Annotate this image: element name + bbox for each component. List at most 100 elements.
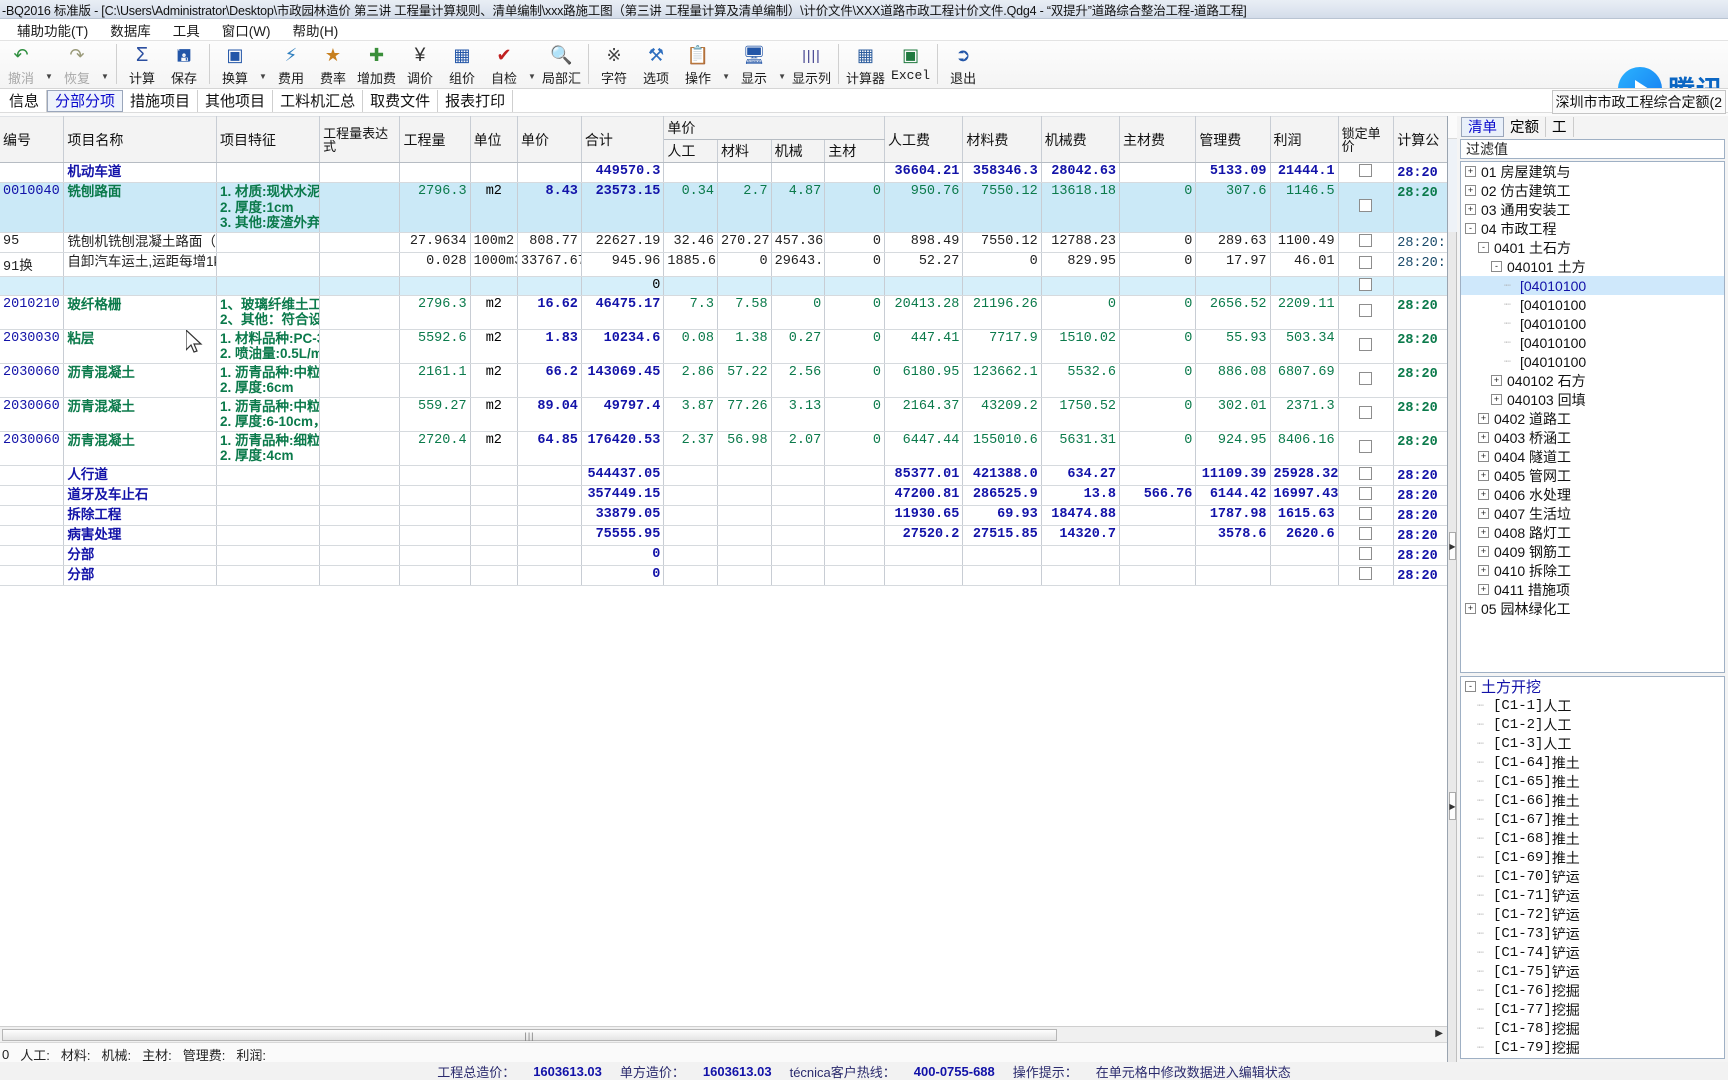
cell-mgmt_fee[interactable]: 307.6 <box>1195 182 1271 233</box>
lock-price-checkbox[interactable] <box>1359 406 1373 419</box>
lock-price-checkbox[interactable] <box>1359 526 1373 540</box>
cell-qty[interactable] <box>399 465 471 486</box>
cell-lock[interactable] <box>1338 565 1395 586</box>
cell-mach_fee[interactable]: 1750.52 <box>1041 397 1121 432</box>
cell-feature[interactable]: 1. 沥青品种:细粒式改性沥青混凝土SMA-132. 厚度:4cm <box>216 431 321 466</box>
cell-profit[interactable]: 8406.16 <box>1270 431 1339 466</box>
cell-mgmt_fee[interactable]: 6144.42 <box>1195 485 1271 506</box>
cell-profit[interactable]: 2209.11 <box>1270 295 1339 330</box>
cell-labor_fee[interactable]: 447.41 <box>884 329 964 364</box>
cell-qty[interactable]: 27.9634 <box>399 232 471 253</box>
cell-lock[interactable] <box>1338 295 1395 330</box>
cell-u_labor[interactable]: 7.3 <box>663 295 718 330</box>
cell-total[interactable]: 33879.05 <box>581 505 665 526</box>
cell-u_labor[interactable]: 3.87 <box>663 397 718 432</box>
display-dropdown-arrow[interactable]: ▼ <box>775 42 789 88</box>
redo-dropdown-arrow[interactable]: ▼ <box>98 42 112 88</box>
cell-lock[interactable] <box>1338 182 1395 233</box>
cell-code[interactable]: 2010210 <box>0 295 65 330</box>
undo-dropdown-arrow[interactable]: ▼ <box>42 42 56 88</box>
cell-qty[interactable] <box>399 162 471 183</box>
cell-lock[interactable] <box>1338 485 1395 506</box>
table-row[interactable]: 0010040铣刨路面1. 材质:现状水泥混凝土路面2. 厚度:1cm3. 其他… <box>0 182 1447 233</box>
cell-calc[interactable] <box>1393 276 1447 296</box>
cell-calc[interactable]: 28:20: <box>1393 232 1447 253</box>
cell-mach_fee[interactable]: 13.8 <box>1041 485 1121 506</box>
cell-calc[interactable]: 28:20 <box>1393 363 1447 398</box>
cell-calc[interactable]: 28:20 <box>1393 295 1447 330</box>
toolbar-button-excel[interactable]: ▣ Excel <box>888 42 933 88</box>
col-header-mgmt-fee[interactable]: 管理费 <box>1195 116 1271 163</box>
cell-unit[interactable] <box>470 485 519 506</box>
cell-feature[interactable] <box>216 565 321 586</box>
lock-price-checkbox[interactable] <box>1359 466 1373 480</box>
cell-mach_fee[interactable]: 28042.63 <box>1041 162 1121 183</box>
detail-list-item[interactable]: ┈ [C1-65] 推土 <box>1461 772 1724 791</box>
cell-mach_fee[interactable]: 0 <box>1041 295 1121 330</box>
cell-mach_fee[interactable]: 12788.23 <box>1041 232 1121 253</box>
cell-price[interactable]: 33767.67 <box>517 252 582 277</box>
collapse-icon[interactable]: - <box>1478 242 1489 253</box>
table-row[interactable]: 2010210玻纤格栅1、玻璃纤维土工格栅，抗拉强度≥50KN／m2、其他：符合… <box>0 295 1447 330</box>
cell-unit[interactable] <box>470 545 519 566</box>
cell-qty[interactable]: 2796.3 <box>399 295 471 330</box>
cell-profit[interactable]: 2371.3 <box>1270 397 1339 432</box>
cell-code[interactable] <box>0 525 65 546</box>
cell-u_mat[interactable]: 270.27 <box>717 232 772 253</box>
cell-u_labor[interactable]: 0.34 <box>663 182 718 233</box>
tree-node[interactable]: +03 通用安装工 <box>1461 200 1724 219</box>
cell-labor_fee[interactable]: 85377.01 <box>884 465 964 486</box>
cell-unit[interactable]: 100m2 <box>470 232 519 253</box>
cell-unit[interactable] <box>470 162 519 183</box>
cell-u_mach[interactable] <box>771 525 826 546</box>
cell-labor_fee[interactable]: 20413.28 <box>884 295 964 330</box>
col-header-lock[interactable]: 锁定单价 <box>1338 116 1395 163</box>
cell-profit[interactable]: 6807.69 <box>1270 363 1339 398</box>
cell-calc[interactable]: 28:20 <box>1393 525 1447 546</box>
tree-node[interactable]: +0411 措施项 <box>1461 580 1724 599</box>
cell-u_main[interactable]: 0 <box>824 232 885 253</box>
cell-unit[interactable] <box>470 525 519 546</box>
cell-calc[interactable]: 28:20 <box>1393 485 1447 506</box>
detail-list-item[interactable]: ┈ [C1-70] 铲运 <box>1461 867 1724 886</box>
tree-node[interactable]: +0406 水处理 <box>1461 485 1724 504</box>
cell-u_mach[interactable]: 29643.58 <box>771 252 826 277</box>
cell-code[interactable] <box>0 162 65 183</box>
detail-list-item[interactable]: ┈ [C1-75] 铲运 <box>1461 962 1724 981</box>
grid-hscroll-right-arrow[interactable]: ▶ <box>1435 1028 1443 1039</box>
cell-mach_fee[interactable]: 1510.02 <box>1041 329 1121 364</box>
cell-price[interactable]: 64.85 <box>517 431 582 466</box>
cell-profit[interactable] <box>1270 565 1339 586</box>
cell-main_fee[interactable]: 0 <box>1119 329 1197 364</box>
cell-total[interactable]: 10234.6 <box>581 329 665 364</box>
cell-name[interactable]: 铣刨机铣刨混凝土路面（铣刨宽2000mm）厚1cm <box>63 232 217 253</box>
col-header-main-fee[interactable]: 主材费 <box>1119 116 1197 163</box>
lock-price-checkbox[interactable] <box>1359 338 1373 351</box>
cell-mgmt_fee[interactable]: 5133.09 <box>1195 162 1271 183</box>
cell-name[interactable]: 沥青混凝土 <box>63 397 217 432</box>
detail-list-header[interactable]: - 土方开挖 <box>1461 677 1724 696</box>
cell-main_fee[interactable]: 0 <box>1119 397 1197 432</box>
cell-u_mach[interactable]: 3.13 <box>771 397 826 432</box>
cell-mat_fee[interactable]: 27515.85 <box>962 525 1042 546</box>
cell-u_mat[interactable] <box>717 565 772 586</box>
lock-price-checkbox[interactable] <box>1359 199 1373 213</box>
toolbar-button-local-summary[interactable]: 🔍 局部汇 <box>539 42 584 88</box>
cell-u_main[interactable]: 0 <box>824 252 885 277</box>
cell-main_fee[interactable]: 0 <box>1119 295 1197 330</box>
cell-mach_fee[interactable]: 5532.6 <box>1041 363 1121 398</box>
cell-profit[interactable]: 1100.49 <box>1270 232 1339 253</box>
col-header-u-labor[interactable]: 人工 <box>663 139 718 163</box>
cell-mgmt_fee[interactable] <box>1195 276 1271 296</box>
tree-node[interactable]: +0404 隧道工 <box>1461 447 1724 466</box>
cell-feature[interactable]: 1、玻璃纤维土工格栅，抗拉强度≥50KN／m2、其他：符合设计要求 <box>216 295 321 330</box>
cell-expr[interactable] <box>319 485 401 506</box>
cell-mat_fee[interactable]: 123662.1 <box>962 363 1042 398</box>
cell-mgmt_fee[interactable]: 289.63 <box>1195 232 1271 253</box>
cell-u_main[interactable] <box>824 505 885 526</box>
expand-icon[interactable]: + <box>1491 375 1502 386</box>
cell-profit[interactable]: 21444.1 <box>1270 162 1339 183</box>
splitter-handle-top[interactable]: ▶ <box>1449 532 1456 560</box>
cell-u_labor[interactable] <box>663 276 718 296</box>
cell-calc[interactable]: 28:20 <box>1393 465 1447 486</box>
